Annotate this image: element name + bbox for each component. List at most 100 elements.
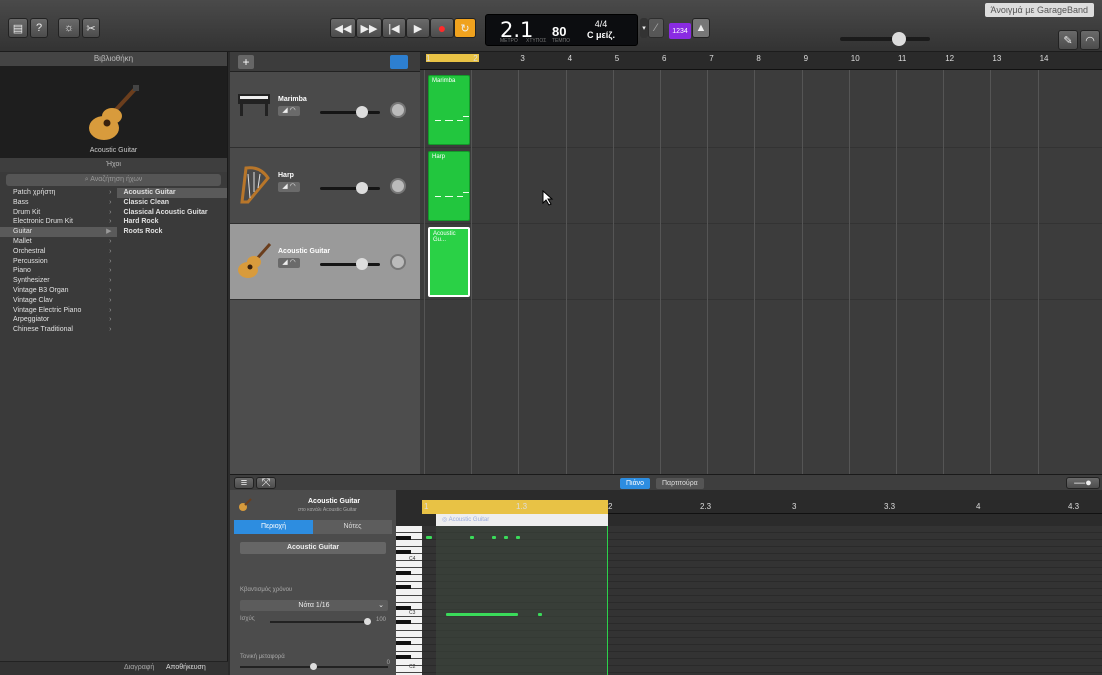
segment-notes[interactable]: Νότες (313, 520, 392, 534)
library-category-item[interactable]: Mallet › (0, 237, 117, 247)
track-header[interactable]: Harp ◢ ◠ (230, 148, 420, 224)
track-volume-knob[interactable] (356, 258, 368, 270)
editor-zoom-slider[interactable]: —● (1066, 477, 1100, 489)
piano-roll-region[interactable] (436, 526, 608, 675)
loop-browser-icon[interactable]: ◠ (1080, 30, 1100, 50)
library-category-item[interactable]: Arpeggiator › (0, 315, 117, 325)
editor-region-name-field[interactable]: Acoustic Guitar (240, 542, 386, 554)
cycle-icon[interactable]: ↻ (454, 18, 476, 38)
library-patch-item[interactable]: Classic Clean (117, 198, 227, 208)
library-category-item[interactable]: Drum Kit › (0, 208, 117, 218)
track-pan-knob[interactable] (390, 178, 406, 194)
metronome-icon[interactable]: ▲ (692, 18, 710, 38)
track-pan-knob[interactable] (390, 254, 406, 270)
help-icon[interactable]: ? (30, 18, 48, 38)
tab-score[interactable]: Παρτιτούρα (656, 478, 704, 489)
midi-region[interactable]: Acoustic Gu... (428, 227, 470, 297)
tab-piano-roll[interactable]: Πιάνο (620, 478, 651, 489)
library-category-item[interactable]: Electronic Drum Kit › (0, 217, 117, 227)
segment-region[interactable]: Περιοχή (234, 520, 313, 534)
tuner-icon[interactable]: ⁄ (648, 18, 664, 38)
library-category-item[interactable]: Vintage B3 Organ › (0, 286, 117, 296)
library-patch-item[interactable]: Roots Rock (117, 227, 227, 237)
black-key[interactable] (396, 585, 411, 589)
master-volume-knob[interactable] (892, 32, 906, 46)
track-header[interactable]: Acoustic Guitar ◢ ◠ (230, 224, 420, 300)
piano-roll-ruler[interactable]: 1 1.3 2 2.3 3 3.3 4 4.3 (422, 500, 1102, 514)
library-category-item[interactable]: Piano › (0, 266, 117, 276)
track-volume-knob[interactable] (356, 182, 368, 194)
editor-smart-icon[interactable]: ⤧ (256, 477, 276, 489)
track-volume-slider[interactable] (320, 258, 380, 270)
library-category-item[interactable]: Bass › (0, 198, 117, 208)
library-category-item[interactable]: Vintage Electric Piano › (0, 306, 117, 316)
midi-region[interactable]: Harp (428, 151, 470, 221)
editor-view-icon[interactable]: ≡ (234, 477, 254, 489)
library-category-item[interactable]: Orchestral › (0, 247, 117, 257)
piano-roll-cycle[interactable] (422, 500, 608, 514)
track-volume-slider[interactable] (320, 182, 380, 194)
track-volume-slider[interactable] (320, 106, 380, 118)
lcd-display[interactable]: 2.1 80 4/4 C μείζ. ΜΕΤΡΟ ΧΤΥΠΟΣ ΤΕΜΠΟ (485, 14, 638, 46)
library-category-item[interactable]: Chinese Traditional › (0, 325, 117, 335)
open-with-garageband-hint[interactable]: Άνοιγμά με GarageBand (984, 3, 1094, 17)
library-category-item[interactable]: Synthesizer › (0, 276, 117, 286)
library-category-item[interactable]: Guitar ▶ (0, 227, 118, 237)
midi-note[interactable] (516, 536, 520, 539)
lcd-menu-chevron-icon[interactable]: ▾ (640, 18, 648, 38)
midi-note[interactable] (492, 536, 496, 539)
go-to-start-icon[interactable]: |◀ (382, 18, 406, 38)
midi-note[interactable] (470, 536, 474, 539)
fast-forward-icon[interactable]: ▶▶ (356, 18, 382, 38)
track-header[interactable]: Marimba ◢ ◠ (230, 72, 420, 148)
library-patch-item[interactable]: Acoustic Guitar (117, 188, 227, 198)
black-key[interactable] (396, 536, 411, 540)
midi-note[interactable] (446, 613, 518, 616)
notepad-icon[interactable]: ✎ (1058, 30, 1078, 50)
mute-headphones-buttons[interactable]: ◢ ◠ (278, 182, 300, 192)
mute-headphones-buttons[interactable]: ◢ ◠ (278, 106, 300, 116)
rewind-icon[interactable]: ◀◀ (330, 18, 356, 38)
midi-region[interactable]: Marimba (428, 75, 470, 145)
midi-note[interactable] (504, 536, 508, 539)
record-icon[interactable]: ● (430, 18, 454, 38)
library-category-item[interactable]: Patch χρήστη › (0, 188, 117, 198)
strength-slider[interactable]: Ισχύς 100 (240, 616, 388, 626)
track-pan-knob[interactable] (390, 102, 406, 118)
midi-note[interactable] (426, 536, 432, 539)
mute-headphones-buttons[interactable]: ◢ ◠ (278, 258, 300, 268)
editors-icon[interactable]: ✂ (82, 18, 100, 38)
library-category-item[interactable]: Percussion › (0, 257, 117, 267)
piano-roll-region-header[interactable]: ◎ Acoustic Guitar (436, 514, 608, 526)
library-icon[interactable]: ▤ (8, 18, 28, 38)
black-key[interactable] (396, 641, 411, 645)
library-patch-item[interactable]: Hard Rock (117, 217, 227, 227)
library-patch-item[interactable]: Classical Acoustic Guitar (117, 208, 227, 218)
transpose-slider[interactable]: 0 (240, 660, 390, 670)
library-category-item[interactable]: Vintage Clav › (0, 296, 117, 306)
strength-knob[interactable] (364, 618, 371, 625)
library-save-button[interactable]: Αποθήκευση (166, 664, 206, 671)
play-icon[interactable]: ▶ (406, 18, 430, 38)
arrange-ruler[interactable]: 1 2 3 4 5 6 7 8 9 10 11 12 13 14 (420, 52, 1102, 70)
black-key[interactable] (396, 655, 411, 659)
track-lane[interactable]: Harp (420, 148, 1102, 224)
piano-roll[interactable]: 1 1.3 2 2.3 3 3.3 4 4.3 ◎ Acoustic Guitar (422, 500, 1102, 675)
track-lane[interactable]: Acoustic Gu... (420, 224, 1102, 300)
transpose-knob[interactable] (310, 663, 317, 670)
black-key[interactable] (396, 620, 411, 624)
smart-controls-icon[interactable]: ☼ (58, 18, 80, 38)
count-in-button[interactable]: 1234 (669, 23, 691, 39)
track-volume-knob[interactable] (356, 106, 368, 118)
track-lane[interactable]: Marimba (420, 72, 1102, 148)
library-delete-button[interactable]: Διαγραφή (124, 664, 154, 671)
catch-playhead-icon[interactable] (390, 55, 408, 69)
library-search-input[interactable]: ⌕ Αναζήτηση ήχων (6, 174, 221, 186)
add-track-button[interactable]: + (238, 55, 254, 69)
arrange-area[interactable]: 1 2 3 4 5 6 7 8 9 10 11 12 13 14 Marimba Harp Acoustic … (420, 52, 1102, 474)
black-key[interactable] (396, 571, 411, 575)
quantize-select[interactable]: Νότα 1/16 ⌄ (240, 600, 388, 611)
cycle-region[interactable] (426, 54, 479, 62)
master-volume-slider[interactable] (840, 32, 930, 46)
midi-note[interactable] (538, 613, 542, 616)
